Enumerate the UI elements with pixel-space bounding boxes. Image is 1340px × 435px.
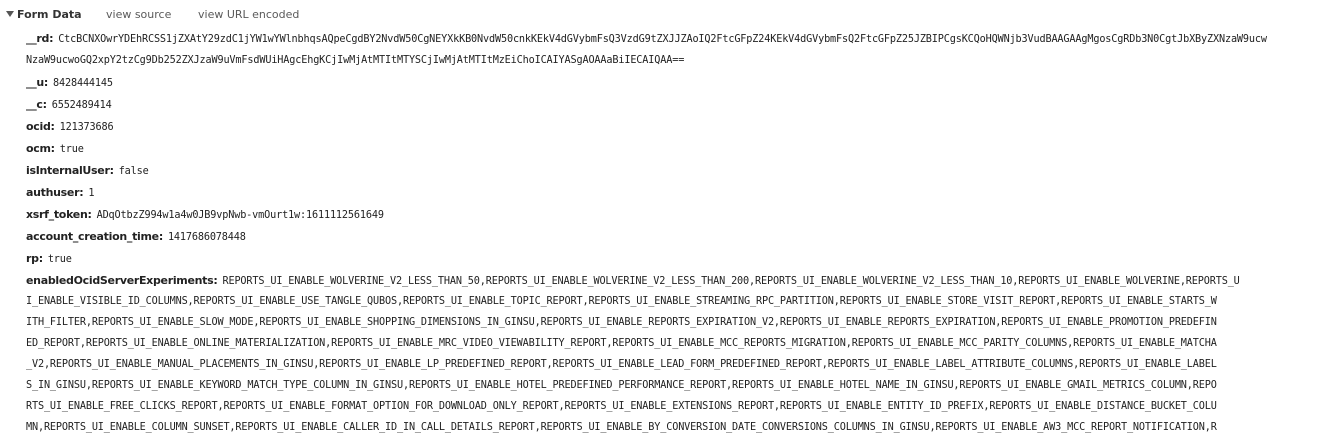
field-is-internal-user: isInternalUser: false: [26, 164, 149, 179]
field-key: rp:: [26, 252, 43, 265]
field-value: 1: [88, 188, 95, 199]
field-value: 6552489414: [51, 100, 112, 111]
view-url-encoded-link[interactable]: view URL encoded: [198, 8, 299, 21]
experiments-line-2: I_ENABLE_VISIBLE_ID_COLUMNS,REPORTS_UI_E…: [26, 296, 1217, 307]
field-rd-continued: NzaW9ucwoGQ2xpY2tzCg9Db252ZXJzaW9uVmFsdW…: [26, 55, 685, 66]
field-value: true: [47, 254, 72, 265]
field-key: ocm:: [26, 142, 55, 155]
field-value: ADqOtbzZ994w1a4w0JB9vpNwb-vmOurt1w:16111…: [96, 210, 384, 221]
field-key: __u:: [26, 76, 49, 89]
field-account-creation-time: account_creation_time: 1417686078448: [26, 230, 246, 245]
field-value: 1417686078448: [167, 232, 246, 243]
field-key: authuser:: [26, 186, 84, 199]
field-rp: rp: true: [26, 252, 72, 267]
collapse-triangle-icon[interactable]: [6, 11, 14, 17]
field-ocm: ocm: true: [26, 142, 84, 157]
field-key: __rd:: [26, 32, 54, 45]
field-value: REPORTS_UI_ENABLE_WOLVERINE_V2_LESS_THAN…: [222, 276, 1240, 287]
field-key: enabledOcidServerExperiments:: [26, 274, 218, 287]
field-value: true: [59, 144, 84, 155]
field-key: account_creation_time:: [26, 230, 163, 243]
experiments-line-5: _V2,REPORTS_UI_ENABLE_MANUAL_PLACEMENTS_…: [26, 359, 1217, 370]
field-value: 121373686: [59, 122, 114, 133]
experiments-line-6: S_IN_GINSU,REPORTS_UI_ENABLE_KEYWORD_MAT…: [26, 380, 1217, 391]
view-source-link[interactable]: view source: [106, 8, 171, 21]
field-key: __c:: [26, 98, 47, 111]
field-key: ocid:: [26, 120, 55, 133]
field-value: CtcBCNXOwrYDEhRCSS1jZXAtY29zdC1jYW1wYWln…: [58, 34, 1267, 45]
field-enabled-ocid-server-experiments: enabledOcidServerExperiments: REPORTS_UI_…: [26, 274, 1240, 289]
form-data-title[interactable]: Form Data: [17, 8, 82, 21]
field-u: __u: 8428444145: [26, 76, 113, 91]
field-rd: __rd: CtcBCNXOwrYDEhRCSS1jZXAtY29zdC1jYW1…: [26, 32, 1267, 47]
field-value: 8428444145: [53, 78, 113, 89]
field-authuser: authuser: 1: [26, 186, 94, 201]
field-key: isInternalUser:: [26, 164, 114, 177]
experiments-line-8: MN,REPORTS_UI_ENABLE_COLUMN_SUNSET,REPOR…: [26, 422, 1217, 433]
experiments-line-3: ITH_FILTER,REPORTS_UI_ENABLE_SLOW_MODE,R…: [26, 317, 1217, 328]
field-value: false: [118, 166, 149, 177]
field-key: xsrf_token:: [26, 208, 92, 221]
form-data-header: Form Data view source view URL encoded: [0, 0, 1340, 31]
experiments-line-4: ED_REPORT,REPORTS_UI_ENABLE_ONLINE_MATER…: [26, 338, 1217, 349]
field-c: __c: 6552489414: [26, 98, 112, 113]
field-xsrf-token: xsrf_token: ADqOtbzZ994w1a4w0JB9vpNwb-vmO…: [26, 208, 384, 223]
field-ocid: ocid: 121373686: [26, 120, 114, 135]
experiments-line-7: RTS_UI_ENABLE_FREE_CLICKS_REPORT,REPORTS…: [26, 401, 1217, 412]
